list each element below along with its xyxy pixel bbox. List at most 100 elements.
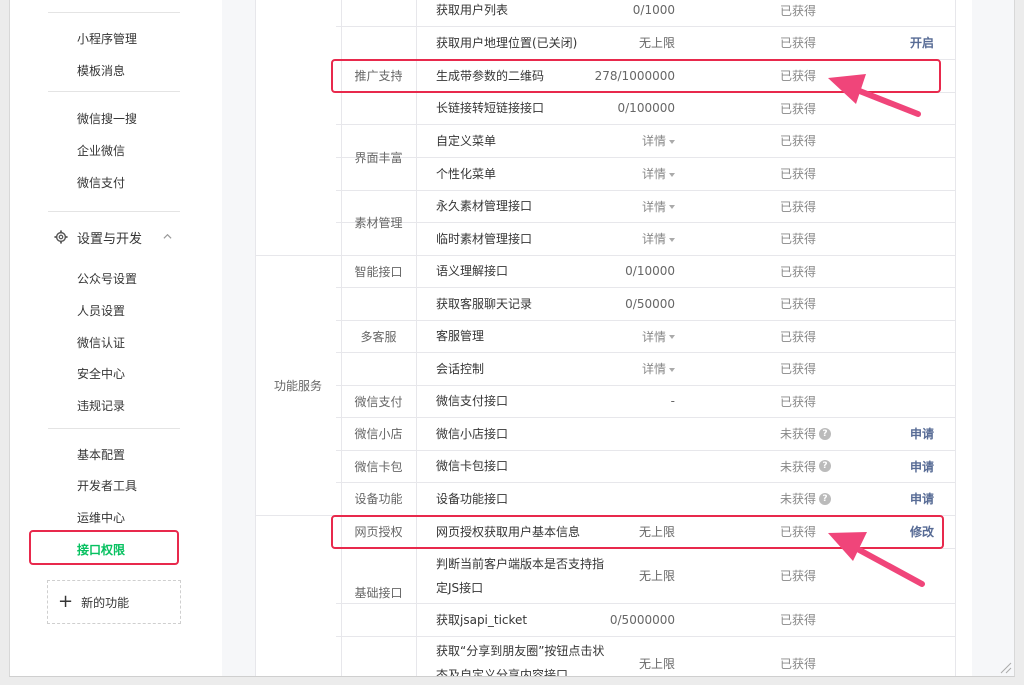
status-text: 已获得 bbox=[780, 134, 817, 148]
interface-name-text: 微信支付接口 bbox=[436, 394, 509, 408]
limit-value: - bbox=[670, 394, 675, 408]
sidebar-item-interface-permissions[interactable]: 接口权限 bbox=[77, 541, 125, 558]
status-text: 已获得 bbox=[780, 569, 817, 583]
detail-label: 详情 bbox=[641, 232, 666, 246]
status-cell: 已获得 bbox=[780, 287, 860, 320]
interface-name-text: 永久素材管理接口 bbox=[436, 199, 533, 213]
limit-value: 无上限 bbox=[638, 525, 675, 539]
subcategory-label: 基础接口 bbox=[354, 585, 403, 600]
dropdown-triangle-icon bbox=[669, 367, 675, 372]
sidebar-item-miniprogram[interactable]: 小程序管理 bbox=[77, 30, 137, 47]
status-cell: 已获得 bbox=[780, 255, 860, 287]
sidebar-divider bbox=[48, 428, 180, 429]
subcategory-label: 微信小店 bbox=[354, 427, 403, 441]
dropdown-triangle-icon bbox=[669, 172, 675, 177]
detail-dropdown[interactable]: 详情 bbox=[642, 198, 675, 215]
status-cell: 已获得 bbox=[780, 352, 860, 385]
limit-value: 0/50000 bbox=[625, 296, 675, 311]
status-text: 已获得 bbox=[780, 101, 817, 116]
limit-value: 无上限 bbox=[638, 36, 675, 50]
question-icon[interactable]: ? bbox=[819, 460, 832, 472]
status-text: 已获得 bbox=[780, 36, 817, 50]
subcategory-label: 设备功能 bbox=[354, 492, 403, 506]
question-icon[interactable]: ? bbox=[819, 492, 832, 505]
sidebar-item-wechat-search[interactable]: 微信搜一搜 bbox=[77, 110, 137, 127]
sidebar-item-template-message[interactable]: 模板消息 bbox=[77, 62, 125, 79]
limit-value bbox=[555, 482, 675, 515]
sidebar-item-account-settings[interactable]: 公众号设置 bbox=[77, 270, 137, 287]
sidebar-section-settings-dev[interactable]: 设置与开发 bbox=[54, 227, 142, 247]
status-text: 未获得 bbox=[780, 427, 817, 441]
limit-cell: 详情 bbox=[595, 320, 675, 352]
status-cell: 已获得 bbox=[780, 222, 860, 255]
detail-dropdown[interactable]: 详情 bbox=[642, 165, 675, 182]
limit-cell: 详情 bbox=[595, 190, 675, 222]
limit-value: 无上限 bbox=[638, 569, 675, 583]
status-cell: 已获得 bbox=[780, 0, 860, 26]
sidebar-item-basic-config[interactable]: 基本配置 bbox=[77, 446, 125, 463]
status-text: 已获得 bbox=[780, 656, 817, 671]
sidebar-item-member-settings[interactable]: 人员设置 bbox=[77, 302, 125, 319]
status-text: 未获得 bbox=[780, 459, 817, 474]
dropdown-triangle-icon bbox=[669, 205, 675, 209]
status-cell: 已获得 bbox=[780, 157, 860, 190]
resize-grip-icon[interactable] bbox=[998, 660, 1012, 674]
operation-link[interactable]: 申请 bbox=[835, 482, 934, 515]
plus-icon: + bbox=[58, 591, 74, 612]
limit-cell: 详情 bbox=[595, 352, 675, 385]
interface-name-text: 定JS接口 bbox=[436, 580, 484, 595]
main-content: 功能服务 推广支持 界面丰富 素材管理 智能接口 多客服 微信支付 微信小店 微信卡包 设备功能网… bbox=[222, 0, 1014, 677]
permissions-table: 功能服务 推广支持 界面丰富 素材管理 智能接口 多客服 微信支付 微信小店 微信卡包 设备功能网… bbox=[255, 0, 972, 677]
sidebar-item-ops-center[interactable]: 运维中心 bbox=[77, 509, 125, 526]
status-text: 已获得 bbox=[780, 362, 817, 376]
sidebar-item-wechat-pay[interactable]: 微信支付 bbox=[77, 174, 125, 191]
detail-dropdown[interactable]: 详情 bbox=[642, 132, 675, 149]
status-text: 已获得 bbox=[780, 525, 817, 539]
sidebar-item-enterprise-wechat[interactable]: 企业微信 bbox=[77, 142, 125, 159]
subcategory-label: 推广支持 bbox=[354, 68, 403, 83]
limit-value bbox=[555, 417, 675, 450]
detail-label: 详情 bbox=[641, 199, 666, 214]
chevron-up-icon[interactable] bbox=[163, 232, 172, 241]
new-function-button[interactable]: + 新的功能 bbox=[47, 580, 181, 624]
status-cell: 已获得 bbox=[780, 92, 860, 124]
interface-name-text: 获取用户列表 bbox=[436, 3, 509, 17]
interface-name-text: 个性化菜单 bbox=[436, 166, 497, 181]
interface-name-text: 设备功能接口 bbox=[436, 491, 509, 506]
operation-link[interactable]: 修改 bbox=[835, 515, 934, 548]
interface-name-text: 长链接转短链接接口 bbox=[436, 101, 545, 115]
detail-dropdown[interactable]: 详情 bbox=[642, 230, 675, 247]
status-cell: 已获得 bbox=[780, 190, 860, 222]
operation-link[interactable]: 申请 bbox=[835, 417, 934, 450]
sidebar-divider bbox=[48, 211, 180, 212]
status-text: 已获得 bbox=[780, 167, 817, 181]
sidebar-item-security-center[interactable]: 安全中心 bbox=[77, 365, 125, 382]
interface-name-text: 临时素材管理接口 bbox=[436, 231, 533, 246]
subcategory-label: 微信支付 bbox=[354, 394, 403, 409]
operation-link[interactable]: 开启 bbox=[835, 26, 934, 59]
status-cell: 已获得 bbox=[780, 603, 860, 636]
status-text: 已获得 bbox=[780, 613, 817, 627]
sidebar-section-label: 设置与开发 bbox=[77, 231, 143, 247]
sidebar-item-wechat-verification[interactable]: 微信认证 bbox=[77, 334, 125, 351]
detail-label: 详情 bbox=[641, 362, 666, 376]
interface-name-text: 获取客服聊天记录 bbox=[436, 296, 533, 311]
detail-dropdown[interactable]: 详情 bbox=[642, 360, 675, 377]
question-icon[interactable]: ? bbox=[819, 427, 832, 440]
subcategory-label: 微信卡包 bbox=[354, 459, 403, 474]
new-function-label: 新的功能 bbox=[81, 595, 130, 610]
interface-name-text: 客服管理 bbox=[436, 329, 485, 343]
status-text: 已获得 bbox=[780, 394, 817, 409]
interface-name-text: 微信卡包接口 bbox=[436, 459, 509, 473]
subcategory-label: 多客服 bbox=[360, 329, 397, 344]
sidebar-item-developer-tools[interactable]: 开发者工具 bbox=[77, 477, 137, 494]
sidebar-item-violation-records[interactable]: 违规记录 bbox=[77, 397, 125, 414]
dropdown-triangle-icon bbox=[669, 335, 675, 339]
subcategory-label: 界面丰富 bbox=[354, 150, 403, 165]
interface-name-text: 态及自定义分享内容接口 bbox=[436, 668, 569, 677]
subcategory-label: 智能接口 bbox=[354, 264, 403, 279]
detail-dropdown[interactable]: 详情 bbox=[642, 328, 675, 345]
detail-label: 详情 bbox=[641, 134, 666, 148]
operation-link[interactable]: 申请 bbox=[835, 450, 934, 482]
sidebar-divider bbox=[48, 12, 180, 13]
